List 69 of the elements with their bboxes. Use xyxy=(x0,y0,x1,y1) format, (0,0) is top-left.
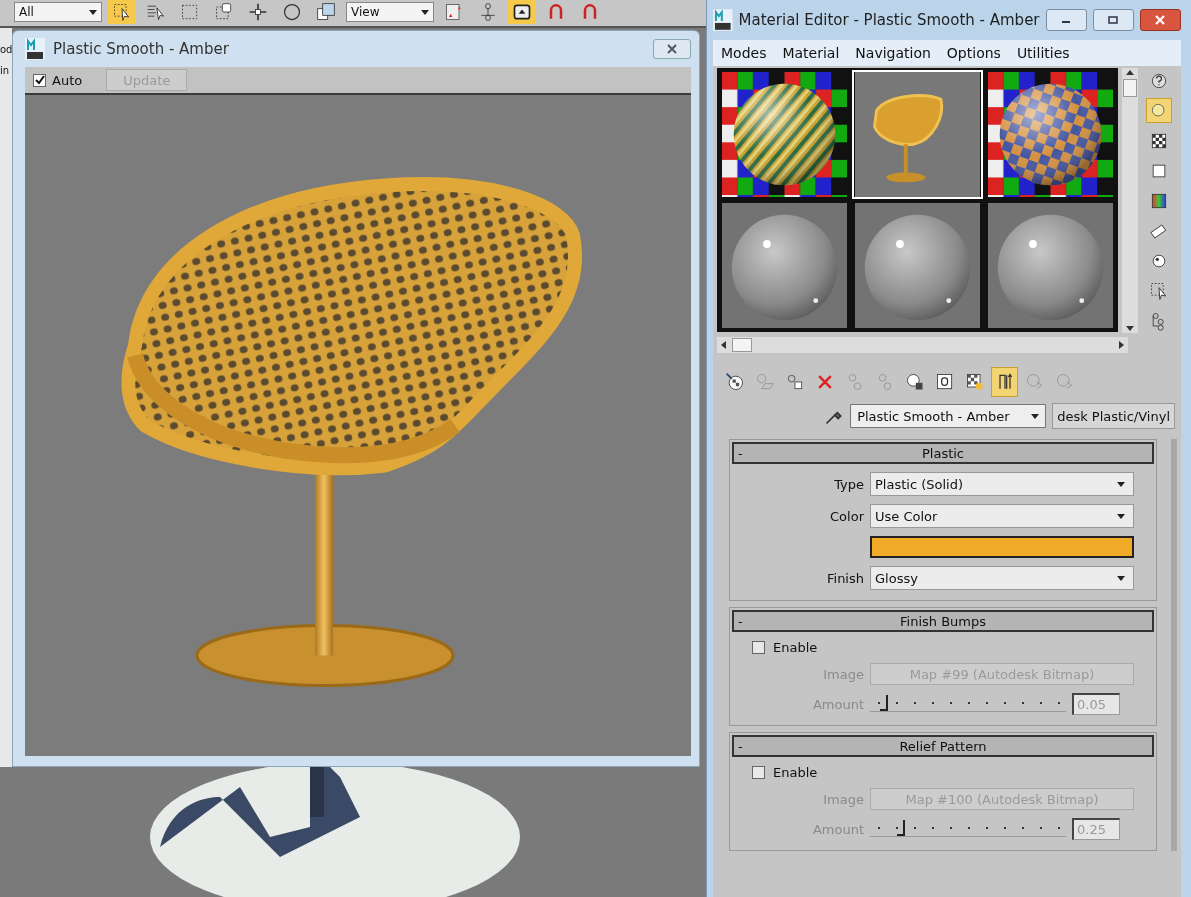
caret-icon xyxy=(1117,481,1125,487)
sphere-icon xyxy=(754,372,775,392)
horizontal-scrollbar[interactable] xyxy=(717,337,1128,353)
checkbox[interactable] xyxy=(752,766,765,779)
rollout-header[interactable]: - Finish Bumps xyxy=(732,610,1154,632)
toolbar-dropdown[interactable]: All xyxy=(14,2,102,22)
close-icon xyxy=(1155,15,1166,25)
sphere-arrow-icon xyxy=(1054,372,1075,392)
field-label: Finish xyxy=(826,570,864,586)
sphere-icon xyxy=(724,372,745,392)
app-logo-icon xyxy=(713,9,733,31)
cursor-icon xyxy=(112,2,132,22)
dashed-rectangle-icon xyxy=(180,2,200,22)
color-swatch[interactable] xyxy=(870,536,1134,558)
material-name-field[interactable]: Plastic Smooth - Amber xyxy=(850,404,1047,428)
toolbar-button[interactable] xyxy=(508,0,536,24)
checkbox[interactable] xyxy=(752,641,765,654)
menu-item[interactable]: Modes xyxy=(721,45,767,61)
panel-text: od xyxy=(0,44,12,55)
checker-bulb-icon xyxy=(964,372,985,392)
toolbar-dropdown[interactable]: View xyxy=(346,2,434,22)
material-type-button[interactable]: desk Plastic/Vinyl xyxy=(1052,403,1175,429)
caret-icon xyxy=(1117,575,1125,581)
menu-item[interactable]: Utilities xyxy=(1016,45,1070,61)
link-icon xyxy=(478,2,498,22)
rollout-header[interactable]: - Relief Pattern xyxy=(732,735,1154,757)
field-label: Amount xyxy=(811,821,864,837)
field-label: Amount xyxy=(811,696,864,712)
maximize-button[interactable] xyxy=(1092,9,1134,31)
dropdown[interactable]: Use Color xyxy=(870,504,1134,528)
caret-icon xyxy=(421,9,429,15)
menu-item[interactable]: Navigation xyxy=(855,45,931,61)
move-icon xyxy=(248,2,268,22)
dropdown[interactable]: Plastic (Solid) xyxy=(870,472,1134,496)
caret-icon xyxy=(1031,413,1040,419)
crossing-icon xyxy=(214,2,234,22)
close-button[interactable] xyxy=(653,39,691,59)
channel-icon xyxy=(934,372,955,392)
field-label: Color xyxy=(829,508,864,524)
dropdown[interactable]: Glossy xyxy=(870,566,1134,590)
minimize-button[interactable] xyxy=(1045,9,1087,31)
checkbox-label: Auto xyxy=(52,72,83,88)
field-label: Image xyxy=(822,791,864,807)
sphere-arrow-icon xyxy=(1024,372,1045,392)
checkbox-label: Enable xyxy=(773,640,818,655)
check-icon xyxy=(34,75,45,85)
close-button[interactable] xyxy=(1139,9,1181,31)
caret-icon xyxy=(89,9,97,15)
menu-item[interactable]: Options xyxy=(946,45,1001,61)
caret-icon xyxy=(1117,513,1125,519)
vertical-scrollbar[interactable] xyxy=(1122,68,1138,333)
window-title: Plastic Smooth - Amber xyxy=(53,40,230,58)
checkbox[interactable] xyxy=(33,73,46,87)
circle-icon xyxy=(282,2,302,22)
window-title: Material Editor - Plastic Smooth - Amber xyxy=(738,11,1040,29)
sphere-disk-icon xyxy=(904,372,925,392)
panel-text: in xyxy=(0,65,11,76)
tool-button[interactable] xyxy=(991,367,1018,397)
field-label: Type xyxy=(833,476,864,492)
keyboard-key-icon xyxy=(512,2,532,22)
cursor-icon xyxy=(1149,280,1169,301)
menu-item[interactable]: Material xyxy=(782,45,840,61)
scale-icon xyxy=(316,2,336,22)
rollout-header[interactable]: - Plastic xyxy=(732,442,1154,464)
close-icon xyxy=(667,44,677,54)
checkbox-label: Enable xyxy=(773,765,818,780)
maximize-icon xyxy=(1108,15,1119,25)
app-logo-icon xyxy=(25,38,45,60)
field-label: Image xyxy=(822,666,864,682)
